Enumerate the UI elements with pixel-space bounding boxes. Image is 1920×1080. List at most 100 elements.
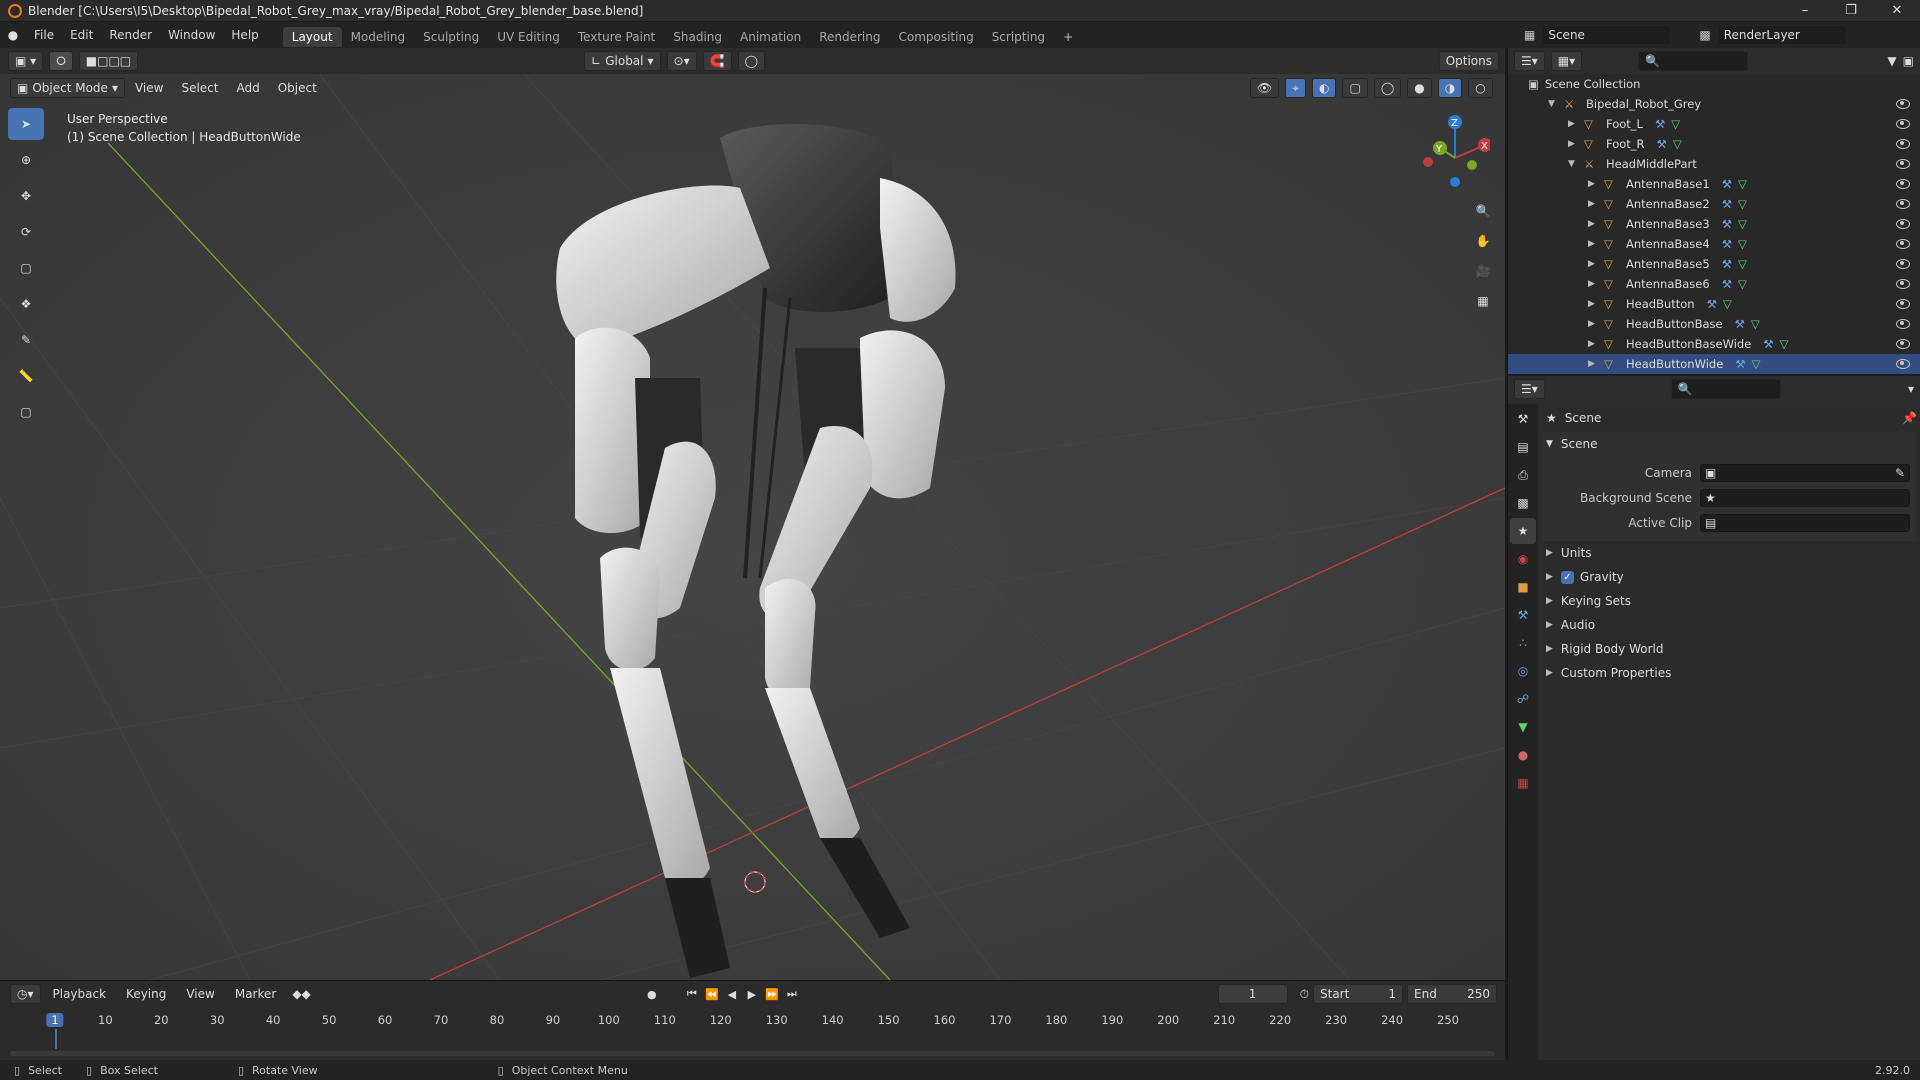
tab-object[interactable]: ■ xyxy=(1510,574,1536,600)
menu-view[interactable]: View xyxy=(127,81,171,95)
ortho-toggle-button[interactable]: ▦ xyxy=(1470,288,1496,314)
modifier-icon[interactable]: ⚒ xyxy=(1707,297,1717,311)
menu-help[interactable]: Help xyxy=(223,22,266,48)
outliner-editor-type[interactable]: ☰▾ xyxy=(1514,51,1545,71)
proportional-edit-toggle[interactable]: ◯ xyxy=(737,51,765,71)
shading-material-button[interactable]: ◑ xyxy=(1437,78,1463,98)
panel-header[interactable]: ▶ ✓ Gravity xyxy=(1542,565,1917,589)
gravity-checkbox[interactable]: ✓ xyxy=(1560,570,1574,584)
tab-modeling[interactable]: Modeling xyxy=(342,27,415,47)
chevron-right-icon[interactable]: ▶ xyxy=(1568,119,1584,129)
tab-compositing[interactable]: Compositing xyxy=(889,27,982,47)
outliner-item[interactable]: ▶ ▽ HeadButtonWide ⚒ ▽ xyxy=(1508,354,1920,374)
minimize-button[interactable]: – xyxy=(1782,0,1828,22)
tab-physics[interactable]: ◎ xyxy=(1510,658,1536,684)
visibility-eye-icon[interactable] xyxy=(1896,99,1910,109)
eyedropper-icon[interactable]: ✎ xyxy=(1895,466,1905,480)
selection-mode-buttons[interactable]: ■□□□ xyxy=(78,51,139,71)
tab-constraints[interactable]: ☍ xyxy=(1510,686,1536,712)
tab-world[interactable]: ◉ xyxy=(1510,546,1536,572)
maximize-button[interactable]: ❐ xyxy=(1828,0,1874,22)
visibility-eye-icon[interactable] xyxy=(1896,339,1910,349)
select-tool-mode-icon[interactable]: ⭘ xyxy=(49,51,73,71)
panel-header[interactable]: ▶ Keying Sets xyxy=(1542,589,1917,613)
move-tool[interactable]: ✥ xyxy=(8,180,44,212)
visibility-eye-icon[interactable] xyxy=(1896,259,1910,269)
render-layer-selector[interactable]: RenderLayer xyxy=(1716,25,1847,45)
chevron-right-icon[interactable]: ▶ xyxy=(1588,359,1604,369)
outliner-item[interactable]: ▶ ▽ HeadButton ⚒ ▽ xyxy=(1508,294,1920,314)
active-clip-field[interactable]: ▤ xyxy=(1700,513,1910,532)
editor-type-button[interactable]: ▣ ▾ xyxy=(8,51,44,71)
navigation-gizmo[interactable]: Z X Y xyxy=(1410,110,1490,190)
outliner-item[interactable]: ▶ ▽ AntennaBase4 ⚒ ▽ xyxy=(1508,234,1920,254)
outliner-item[interactable]: ▶ ▽ AntennaBase6 ⚒ ▽ xyxy=(1508,274,1920,294)
add-workspace-button[interactable]: + xyxy=(1054,27,1082,47)
properties-editor-type[interactable]: ☰▾ xyxy=(1514,379,1545,399)
cursor-tool[interactable]: ⊕ xyxy=(8,144,44,176)
mesh-data-icon[interactable]: ▽ xyxy=(1738,237,1747,251)
display-mode-dropdown[interactable]: ▦▾ xyxy=(1550,51,1583,71)
mesh-data-icon[interactable]: ▽ xyxy=(1780,337,1789,351)
visibility-eye-icon[interactable] xyxy=(1896,159,1910,169)
outliner-item[interactable]: ▶ ▽ AntennaBase3 ⚒ ▽ xyxy=(1508,214,1920,234)
tab-sculpting[interactable]: Sculpting xyxy=(414,27,488,47)
properties-options-icon[interactable]: ▾ xyxy=(1908,382,1914,396)
gizmo-toggle[interactable]: ⌖ xyxy=(1285,78,1306,98)
modifier-icon[interactable]: ⚒ xyxy=(1722,177,1732,191)
modifier-icon[interactable]: ⚒ xyxy=(1735,357,1745,371)
visibility-eye-icon[interactable] xyxy=(1896,319,1910,329)
outliner-item[interactable]: ▶ ▽ Foot_R ⚒ ▽ xyxy=(1508,134,1920,154)
frame-ruler[interactable]: 1 10 20 30 40 50 60 70 80 90 100 110 120 130 140 150 160… xyxy=(0,981,1505,1061)
shading-rendered-button[interactable]: ○ xyxy=(1468,78,1493,98)
tab-uv-editing[interactable]: UV Editing xyxy=(488,27,569,47)
menu-window[interactable]: Window xyxy=(160,22,223,48)
mesh-data-icon[interactable]: ▽ xyxy=(1723,297,1732,311)
menu-select[interactable]: Select xyxy=(173,81,226,95)
chevron-down-icon[interactable]: ▼ xyxy=(1548,99,1564,109)
modifier-icon[interactable]: ⚒ xyxy=(1722,237,1732,251)
blender-menu-icon[interactable]: ● xyxy=(0,28,26,42)
chevron-right-icon[interactable]: ▶ xyxy=(1588,339,1604,349)
pin-icon[interactable]: 📌 xyxy=(1902,411,1917,425)
add-cube-tool[interactable]: ▢ xyxy=(8,396,44,428)
tab-view-layer[interactable]: ▩ xyxy=(1510,490,1536,516)
visibility-icon[interactable]: 👁 xyxy=(1250,78,1280,98)
panel-header[interactable]: ▶ Units xyxy=(1542,541,1917,565)
visibility-eye-icon[interactable] xyxy=(1896,239,1910,249)
outliner-item[interactable]: ▶ ▽ AntennaBase5 ⚒ ▽ xyxy=(1508,254,1920,274)
visibility-eye-icon[interactable] xyxy=(1896,199,1910,209)
modifier-icon[interactable]: ⚒ xyxy=(1735,317,1745,331)
overlay-toggle[interactable]: ◐ xyxy=(1312,78,1337,98)
mesh-data-icon[interactable]: ▽ xyxy=(1671,117,1680,131)
chevron-right-icon[interactable]: ▶ xyxy=(1588,219,1604,229)
panel-header[interactable]: ▶ Rigid Body World xyxy=(1542,637,1917,661)
tab-texture[interactable]: ▦ xyxy=(1510,770,1536,796)
mesh-data-icon[interactable]: ▽ xyxy=(1738,217,1747,231)
chevron-right-icon[interactable]: ▶ xyxy=(1588,279,1604,289)
object-mode-dropdown[interactable]: ▣ Object Mode ▾ xyxy=(10,78,125,98)
chevron-right-icon[interactable]: ▶ xyxy=(1588,199,1604,209)
transform-orientation-dropdown[interactable]: ∟ Global ▾ xyxy=(584,51,661,71)
tab-shading[interactable]: Shading xyxy=(664,27,731,47)
mesh-data-icon[interactable]: ▽ xyxy=(1751,317,1760,331)
tab-render[interactable]: ▤ xyxy=(1510,434,1536,460)
mesh-data-icon[interactable]: ▽ xyxy=(1673,137,1682,151)
visibility-eye-icon[interactable] xyxy=(1896,359,1910,369)
visibility-eye-icon[interactable] xyxy=(1896,179,1910,189)
properties-search[interactable]: 🔍 xyxy=(1670,379,1781,399)
mesh-data-icon[interactable]: ▽ xyxy=(1752,357,1761,371)
visibility-eye-icon[interactable] xyxy=(1896,119,1910,129)
pan-button[interactable]: ✋ xyxy=(1470,228,1496,254)
outliner-search[interactable]: 🔍 xyxy=(1638,51,1749,71)
timeline-scrollbar[interactable] xyxy=(10,1051,1495,1056)
tab-layout[interactable]: Layout xyxy=(282,26,342,47)
outliner-item[interactable]: ▶ ▽ AntennaBase1 ⚒ ▽ xyxy=(1508,174,1920,194)
panel-header[interactable]: ▶ Audio xyxy=(1542,613,1917,637)
scene-selector[interactable]: Scene xyxy=(1541,25,1672,45)
outliner-item[interactable]: ▶ ▽ HeadButtonBase ⚒ ▽ xyxy=(1508,314,1920,334)
modifier-icon[interactable]: ⚒ xyxy=(1722,257,1732,271)
tab-data[interactable]: ▼ xyxy=(1510,714,1536,740)
background-scene-field[interactable]: ★ xyxy=(1700,488,1910,507)
menu-file[interactable]: File xyxy=(26,22,62,48)
